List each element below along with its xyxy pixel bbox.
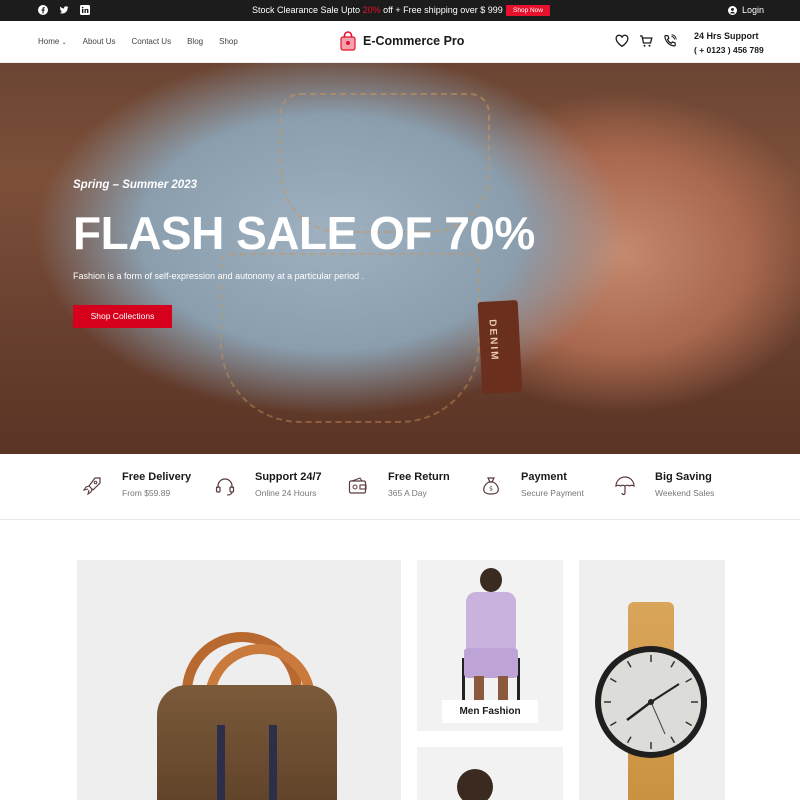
feature-subtitle: From $59.89 bbox=[122, 488, 171, 498]
watch-face-icon bbox=[595, 646, 707, 758]
hero-subtitle: Fashion is a form of self-expression and… bbox=[73, 271, 365, 281]
bag-strap bbox=[269, 725, 277, 800]
login-link[interactable]: Login bbox=[728, 4, 764, 16]
men-fashion-label[interactable]: Men Fashion bbox=[442, 700, 538, 723]
watch-image bbox=[593, 644, 709, 760]
product-card-secondary[interactable] bbox=[417, 747, 563, 800]
main-header: Home ⌄ About Us Contact Us Blog Shop E-C… bbox=[0, 21, 800, 63]
shop-collections-button[interactable]: Shop Collections bbox=[73, 305, 172, 328]
shop-now-button[interactable]: Shop Now bbox=[506, 5, 550, 16]
feature-title: Free Delivery bbox=[122, 471, 192, 483]
feature-subtitle: 365 A Day bbox=[388, 488, 427, 498]
login-label: Login bbox=[742, 5, 765, 15]
shopping-bag-logo-icon bbox=[340, 31, 356, 51]
header-actions bbox=[615, 34, 677, 48]
phone-icon[interactable] bbox=[663, 34, 677, 48]
linkedin-icon[interactable] bbox=[80, 5, 90, 15]
promo-text: Stock Clearance Sale Upto 20% off + Free… bbox=[252, 4, 516, 16]
bag-strap bbox=[217, 725, 225, 800]
promo-text-start: Stock Clearance Sale Upto bbox=[252, 5, 363, 15]
hero-season: Spring – Summer 2023 bbox=[73, 179, 197, 191]
nav-item-about[interactable]: About Us bbox=[83, 37, 116, 46]
duffel-bag-image bbox=[157, 685, 337, 800]
product-card-watch[interactable] bbox=[579, 560, 725, 800]
support-title: 24 Hrs Support bbox=[694, 31, 759, 41]
feature-title: Free Return bbox=[388, 471, 450, 483]
main-nav: Home ⌄ About Us Contact Us Blog Shop bbox=[38, 37, 238, 46]
nav-item-shop[interactable]: Shop bbox=[219, 37, 238, 46]
model-shorts bbox=[464, 648, 518, 678]
top-announcement-bar: Stock Clearance Sale Upto 20% off + Free… bbox=[0, 0, 800, 21]
feature-subtitle: Online 24 Hours bbox=[255, 488, 317, 498]
model-head bbox=[480, 568, 502, 592]
nav-home-label: Home bbox=[38, 37, 60, 46]
feature-title: Big Saving bbox=[655, 471, 712, 483]
umbrella-icon bbox=[615, 476, 635, 496]
feature-subtitle: Weekend Sales bbox=[655, 488, 715, 498]
feature-title: Support 24/7 bbox=[255, 471, 322, 483]
rocket-icon bbox=[82, 477, 101, 496]
support-phone[interactable]: ( + 0123 ) 456 789 bbox=[694, 43, 764, 57]
features-strip: Free Delivery From $59.89 Support 24/7 O… bbox=[0, 454, 800, 520]
model-hair-image bbox=[457, 769, 493, 800]
support-info: 24 Hrs Support ( + 0123 ) 456 789 bbox=[694, 29, 764, 57]
user-icon bbox=[728, 5, 737, 15]
promo-text-end: off + Free shipping over $ 999 ✨ bbox=[380, 5, 517, 15]
hero-banner: DENIM Spring – Summer 2023 FLASH SALE OF… bbox=[0, 63, 800, 454]
twitter-icon[interactable] bbox=[59, 5, 69, 15]
facebook-icon[interactable] bbox=[38, 5, 48, 15]
product-card-bag[interactable] bbox=[77, 560, 401, 800]
model-shirt bbox=[466, 592, 516, 650]
chevron-down-icon: ⌄ bbox=[61, 40, 67, 46]
social-links bbox=[38, 5, 90, 15]
heart-icon[interactable] bbox=[615, 34, 629, 48]
feature-title: Payment bbox=[521, 471, 567, 483]
wallet-icon bbox=[348, 477, 367, 494]
svg-text:$: $ bbox=[489, 486, 493, 493]
denim-label-text: DENIM bbox=[486, 319, 500, 362]
money-bag-icon: $ bbox=[483, 477, 499, 495]
nav-item-contact[interactable]: Contact Us bbox=[132, 37, 172, 46]
feature-subtitle: Secure Payment bbox=[521, 488, 584, 498]
headset-icon bbox=[215, 478, 235, 496]
denim-label-patch: DENIM bbox=[477, 300, 523, 394]
brand-name: E-Commerce Pro bbox=[363, 34, 465, 48]
nav-item-home[interactable]: Home ⌄ bbox=[38, 37, 67, 46]
hero-headline: FLASH SALE OF 70% bbox=[73, 207, 535, 259]
cart-icon[interactable] bbox=[639, 34, 653, 48]
site-logo[interactable]: E-Commerce Pro bbox=[340, 31, 464, 51]
nav-item-blog[interactable]: Blog bbox=[187, 37, 203, 46]
promo-percent: 20% bbox=[362, 5, 381, 15]
